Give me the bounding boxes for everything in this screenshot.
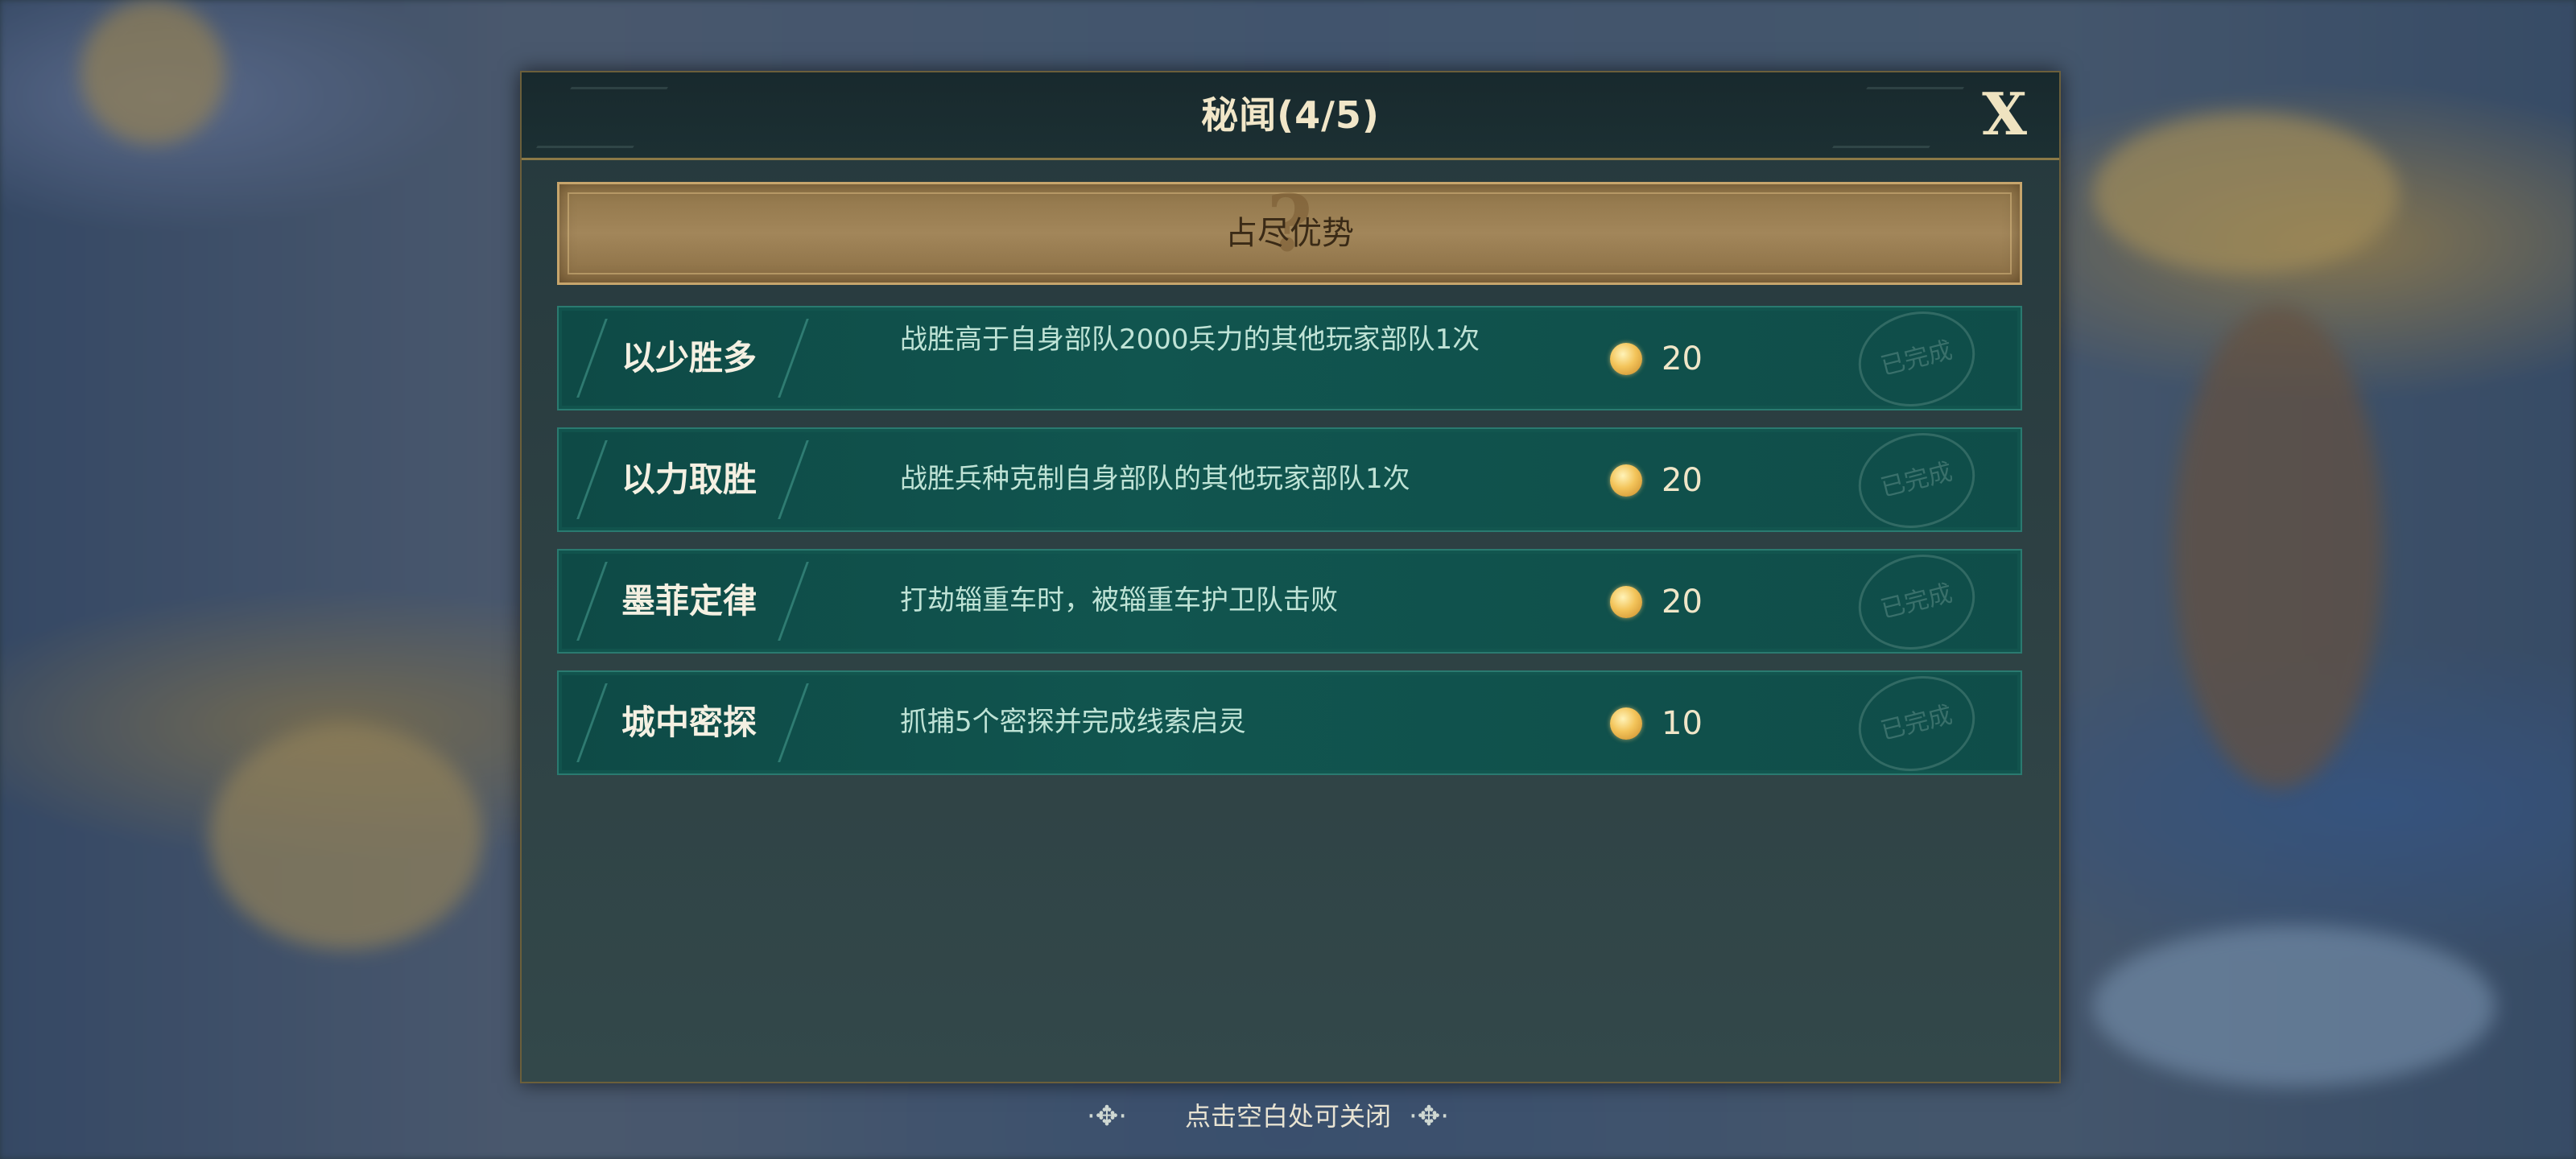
completed-stamp: 已完成 [1848, 542, 1985, 662]
coin-icon [1610, 343, 1642, 375]
footer-ornament-right: ·✥· [1409, 1100, 1450, 1132]
reward-amount: 10 [1662, 705, 1703, 742]
achievement-name: 城中密探 [621, 703, 757, 742]
category-label: 占尽优势 [1225, 215, 1354, 252]
achievement-description: 打劫辎重车时，被辎重车护卫队击败 [900, 584, 1338, 617]
completed-stamp: 已完成 [1848, 664, 1985, 783]
stamp-text: 已完成 [1877, 579, 1955, 625]
achievement-row: 墨菲定律 打劫辎重车时，被辎重车护卫队击败 20 已完成 [544, 542, 2022, 662]
achievement-name: 墨菲定律 [621, 581, 757, 621]
coin-icon [1610, 464, 1642, 497]
coin-icon [1610, 707, 1642, 740]
achievement-name-cell: 墨菲定律 [544, 551, 809, 652]
achievement-name: 以力取胜 [621, 460, 757, 499]
achievement-name-cell: 以少胜多 [544, 307, 809, 409]
stamp-text: 已完成 [1877, 336, 1955, 382]
completed-stamp: 已完成 [1848, 421, 1985, 540]
reward-amount: 20 [1662, 462, 1703, 499]
achievement-row: 以少胜多 战胜高于自身部队2000兵力的其他玩家部队1次 20 已完成 [544, 299, 2022, 419]
secret-achievements-dialog: 秘闻(4/5) X ? 占尽优势 以少胜多 战胜高于自身部队2000兵力的其他玩… [520, 71, 2061, 1083]
achievement-description: 战胜兵种克制自身部队的其他玩家部队1次 [900, 463, 1410, 495]
completed-stamp: 已完成 [1848, 299, 1985, 419]
achievement-name-cell: 以力取胜 [544, 429, 809, 530]
achievement-description: 抓捕5个密探并完成线索启灵 [900, 706, 1246, 738]
close-button[interactable]: X [1975, 85, 2033, 143]
coin-icon [1610, 586, 1642, 618]
dialog-title: 秘闻(4/5) [1201, 93, 1380, 137]
reward-amount: 20 [1662, 584, 1703, 621]
stamp-text: 已完成 [1877, 457, 1955, 503]
stamp-text: 已完成 [1877, 700, 1955, 746]
achievement-description: 战胜高于自身部队2000兵力的其他玩家部队1次 [900, 324, 1480, 356]
achievement-row: 城中密探 抓捕5个密探并完成线索启灵 10 已完成 [544, 664, 2022, 783]
achievement-name-cell: 城中密探 [544, 672, 809, 773]
reward-amount: 20 [1662, 340, 1703, 377]
dialog-header: 秘闻(4/5) X [522, 72, 2059, 160]
category-banner: ? 占尽优势 [557, 182, 2022, 285]
achievement-row: 以力取胜 战胜兵种克制自身部队的其他玩家部队1次 20 已完成 [544, 421, 2022, 540]
achievement-name: 以少胜多 [621, 338, 757, 377]
